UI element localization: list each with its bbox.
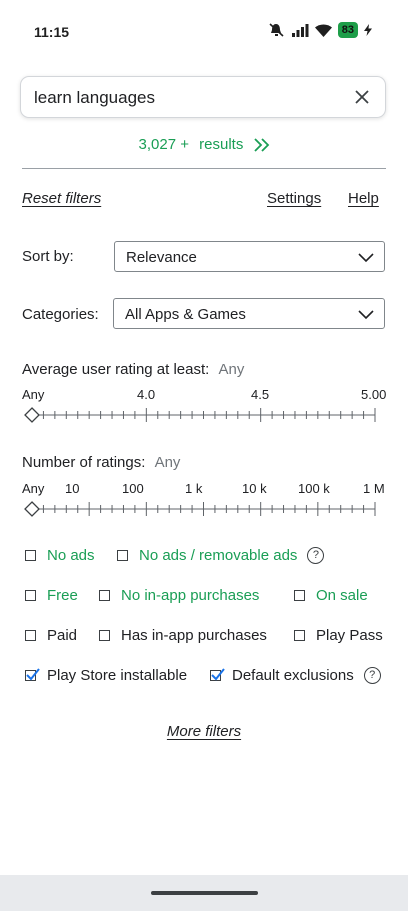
checkbox-box[interactable] bbox=[99, 630, 110, 641]
default-exclusions-checkbox[interactable]: Default exclusions ? bbox=[210, 667, 381, 684]
num-ratings-tick-label: 1 M bbox=[363, 481, 385, 496]
num-ratings-value: Any bbox=[154, 454, 181, 471]
num-ratings-label: Number of ratings: bbox=[22, 454, 146, 471]
close-icon[interactable] bbox=[353, 88, 371, 106]
checkbox-label: Free bbox=[47, 587, 78, 604]
rating-slider[interactable] bbox=[24, 405, 380, 425]
search-box[interactable]: learn languages bbox=[20, 76, 386, 118]
settings-link[interactable]: Settings bbox=[267, 190, 321, 207]
wifi-icon bbox=[314, 24, 332, 37]
checkbox-box[interactable] bbox=[25, 668, 40, 681]
categories-select[interactable]: All Apps & Games bbox=[113, 298, 385, 329]
double-chevron-right-icon[interactable] bbox=[253, 138, 270, 152]
checkbox-label: On sale bbox=[316, 587, 368, 604]
checkbox-row: Play Store installable Default exclusion… bbox=[0, 666, 408, 688]
help-link[interactable]: Help bbox=[348, 190, 379, 207]
rating-tick-label: 4.5 bbox=[251, 387, 270, 402]
status-icons: 83 bbox=[269, 22, 372, 38]
num-ratings-header: Number of ratings: Any bbox=[22, 454, 180, 471]
free-checkbox[interactable]: Free bbox=[25, 587, 78, 604]
checkbox-box[interactable] bbox=[117, 550, 128, 561]
more-filters-row: More filters bbox=[0, 723, 408, 741]
on-sale-checkbox[interactable]: On sale bbox=[294, 587, 368, 604]
num-ratings-tick-label: 1 k bbox=[185, 481, 203, 496]
num-ratings-tick-label: Any bbox=[22, 481, 45, 496]
checkbox-label: No ads / removable ads bbox=[139, 547, 298, 564]
rating-slider-thumb[interactable] bbox=[24, 407, 40, 423]
categories-value: All Apps & Games bbox=[125, 306, 246, 323]
search-input[interactable]: learn languages bbox=[34, 88, 155, 108]
help-circle-icon[interactable]: ? bbox=[363, 667, 381, 684]
checkbox-label: Paid bbox=[47, 627, 78, 644]
help-circle-icon[interactable]: ? bbox=[307, 547, 325, 564]
has-iap-checkbox[interactable]: Has in-app purchases bbox=[99, 627, 267, 644]
no-ads-removable-checkbox[interactable]: No ads / removable ads ? bbox=[117, 547, 325, 564]
checkbox-box[interactable] bbox=[99, 590, 110, 601]
num-ratings-tick-label: 10 bbox=[65, 481, 80, 496]
charging-icon bbox=[364, 24, 372, 36]
navigation-bar bbox=[0, 875, 408, 911]
checkbox-label: Play Pass bbox=[316, 627, 383, 644]
mute-icon bbox=[269, 23, 284, 37]
sort-select[interactable]: Relevance bbox=[114, 241, 385, 272]
check-icon bbox=[211, 668, 225, 681]
checkbox-row: Paid Has in-app purchases Play Pass bbox=[0, 626, 408, 648]
no-iap-checkbox[interactable]: No in-app purchases bbox=[99, 587, 259, 604]
checkbox-row: Free No in-app purchases On sale bbox=[0, 586, 408, 608]
installable-checkbox[interactable]: Play Store installable bbox=[25, 667, 187, 684]
checkbox-box[interactable] bbox=[294, 630, 305, 641]
reset-filters-link[interactable]: Reset filters bbox=[22, 190, 101, 207]
divider bbox=[22, 168, 386, 169]
rating-tick-label: 4.0 bbox=[137, 387, 156, 402]
more-filters-link[interactable]: More filters bbox=[167, 723, 241, 740]
categories-label: Categories: bbox=[22, 306, 99, 323]
rating-tick-label: 5.00 bbox=[361, 387, 387, 402]
sort-value: Relevance bbox=[126, 249, 197, 266]
num-ratings-tick-label: 100 k bbox=[298, 481, 330, 496]
sort-label: Sort by: bbox=[22, 248, 74, 265]
play-pass-checkbox[interactable]: Play Pass bbox=[294, 627, 383, 644]
status-time: 11:15 bbox=[34, 24, 70, 40]
battery-indicator: 83 bbox=[337, 22, 358, 38]
checkbox-row: No ads No ads / removable ads ? bbox=[0, 546, 408, 568]
paid-checkbox[interactable]: Paid bbox=[25, 627, 77, 644]
checkbox-box[interactable] bbox=[25, 630, 36, 641]
results-summary[interactable]: 3,027 + results bbox=[0, 136, 408, 153]
checkbox-box[interactable] bbox=[25, 590, 36, 601]
num-ratings-slider-thumb[interactable] bbox=[24, 501, 40, 517]
home-gesture-handle[interactable] bbox=[151, 891, 258, 895]
checkbox-box[interactable] bbox=[210, 668, 225, 681]
rating-header: Average user rating at least: Any bbox=[22, 361, 244, 378]
num-ratings-tick-label: 10 k bbox=[242, 481, 267, 496]
checkbox-label: Play Store installable bbox=[47, 667, 188, 684]
checkbox-label: Has in-app purchases bbox=[121, 627, 267, 644]
rating-value: Any bbox=[218, 361, 245, 378]
rating-tick-label: Any bbox=[22, 387, 45, 402]
results-label: results bbox=[199, 136, 244, 153]
checkbox-box[interactable] bbox=[294, 590, 305, 601]
check-icon bbox=[26, 668, 40, 681]
signal-icon bbox=[291, 23, 309, 37]
rating-label: Average user rating at least: bbox=[22, 361, 210, 378]
chevron-down-icon bbox=[358, 310, 374, 320]
num-ratings-slider[interactable] bbox=[24, 499, 380, 519]
checkbox-label: No in-app purchases bbox=[121, 587, 260, 604]
num-ratings-tick-label: 100 bbox=[122, 481, 144, 496]
results-count: 3,027 + bbox=[138, 136, 189, 153]
checkbox-box[interactable] bbox=[25, 550, 36, 561]
checkbox-label: No ads bbox=[47, 547, 95, 564]
checkbox-label: Default exclusions bbox=[232, 667, 354, 684]
chevron-down-icon bbox=[358, 253, 374, 263]
no-ads-checkbox[interactable]: No ads bbox=[25, 547, 95, 564]
